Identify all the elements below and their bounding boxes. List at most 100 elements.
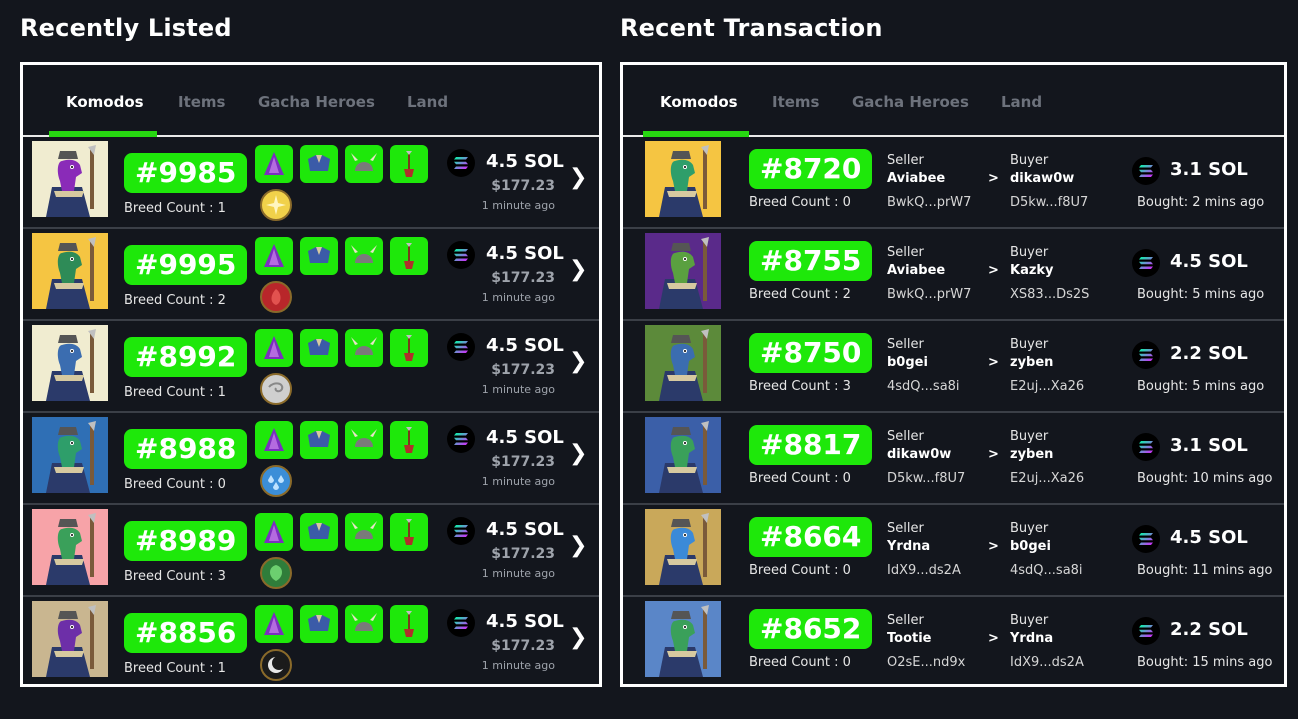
transaction-tabs: Komodos Items Gacha Heroes Land [623,65,1284,137]
equipped-items [255,237,428,275]
transaction-row[interactable]: #8755 Breed Count : 2 Seller Aviabee BwkQ...… [623,229,1284,321]
buyer-address[interactable]: IdX9...ds2A [1010,655,1084,670]
helmet-item-icon[interactable] [255,421,293,459]
weapon-item-icon[interactable] [390,513,428,551]
chevron-right-icon[interactable]: ❯ [569,441,587,466]
komodo-thumbnail[interactable] [32,417,108,493]
buyer-name[interactable]: zyben [1010,447,1053,462]
weapon-item-icon[interactable] [390,237,428,275]
transfer-arrow: > [988,447,999,462]
tab-land[interactable]: Land [407,93,448,111]
horned-helm-item-icon[interactable] [345,421,383,459]
listing-row[interactable]: #8989 Breed Count : 3 4.5 SOL $177.23 1 minu… [23,505,599,597]
seller-address[interactable]: IdX9...ds2A [887,563,961,578]
horned-helm-item-icon[interactable] [345,329,383,367]
armor-item-icon[interactable] [300,513,338,551]
komodo-thumbnail[interactable] [32,601,108,677]
buyer-label: Buyer [1010,613,1049,628]
transaction-row[interactable]: #8817 Breed Count : 0 Seller dikaw0w D5kw...… [623,413,1284,505]
buyer-name[interactable]: dikaw0w [1010,171,1074,186]
buyer-name[interactable]: zyben [1010,355,1053,370]
dark-element-icon [260,649,292,681]
komodo-thumbnail[interactable] [645,601,721,677]
listing-row[interactable]: #8988 Breed Count : 0 4.5 SOL $177.23 1 minu… [23,413,599,505]
wind-element-icon [260,373,292,405]
armor-item-icon[interactable] [300,145,338,183]
weapon-item-icon[interactable] [390,329,428,367]
breed-count: Breed Count : 0 [749,655,851,670]
komodo-thumbnail[interactable] [32,509,108,585]
tab-items[interactable]: Items [178,93,225,111]
weapon-item-icon[interactable] [390,605,428,643]
buyer-name[interactable]: Yrdna [1010,631,1053,646]
buyer-name[interactable]: Kazky [1010,263,1054,278]
seller-name[interactable]: dikaw0w [887,447,951,462]
weapon-item-icon[interactable] [390,421,428,459]
tab-komodos[interactable]: Komodos [660,93,738,111]
seller-address[interactable]: O2sE...nd9x [887,655,965,670]
seller-address[interactable]: BwkQ...prW7 [887,287,971,302]
transaction-row[interactable]: #8652 Breed Count : 0 Seller Tootie O2sE...n… [623,597,1284,689]
listed-time: 1 minute ago [481,383,555,396]
horned-helm-item-icon[interactable] [345,237,383,275]
seller-address[interactable]: 4sdQ...sa8i [887,379,960,394]
transaction-row[interactable]: #8720 Breed Count : 0 Seller Aviabee BwkQ...… [623,137,1284,229]
komodo-thumbnail[interactable] [32,233,108,309]
komodo-thumbnail[interactable] [645,233,721,309]
armor-item-icon[interactable] [300,237,338,275]
helmet-item-icon[interactable] [255,329,293,367]
helmet-item-icon[interactable] [255,513,293,551]
horned-helm-item-icon[interactable] [345,145,383,183]
chevron-right-icon[interactable]: ❯ [569,165,587,190]
tab-gacha-heroes[interactable]: Gacha Heroes [258,93,375,111]
buyer-address[interactable]: E2uj...Xa26 [1010,379,1084,394]
chevron-right-icon[interactable]: ❯ [569,257,587,282]
listing-row[interactable]: #8856 Breed Count : 1 4.5 SOL $177.23 1 minu… [23,597,599,689]
seller-name[interactable]: Aviabee [887,171,945,186]
listing-row[interactable]: #9995 Breed Count : 2 4.5 SOL $177.23 1 minu… [23,229,599,321]
seller-address[interactable]: D5kw...f8U7 [887,471,965,486]
komodo-id-badge: #8750 [749,333,873,373]
weapon-item-icon[interactable] [390,145,428,183]
chevron-right-icon[interactable]: ❯ [569,625,587,650]
buyer-name[interactable]: b0gei [1010,539,1051,554]
buyer-address[interactable]: D5kw...f8U7 [1010,195,1088,210]
horned-helm-item-icon[interactable] [345,513,383,551]
chevron-right-icon[interactable]: ❯ [569,349,587,374]
buyer-address[interactable]: E2uj...Xa26 [1010,471,1084,486]
transaction-row[interactable]: #8664 Breed Count : 0 Seller Yrdna IdX9...ds… [623,505,1284,597]
seller-name[interactable]: Aviabee [887,263,945,278]
komodo-thumbnail[interactable] [645,509,721,585]
tab-land[interactable]: Land [1001,93,1042,111]
armor-item-icon[interactable] [300,605,338,643]
komodo-thumbnail[interactable] [645,325,721,401]
usd-price: $177.23 [491,270,555,286]
armor-item-icon[interactable] [300,329,338,367]
transaction-row[interactable]: #8750 Breed Count : 3 Seller b0gei 4sdQ...sa… [623,321,1284,413]
bought-time: Bought: 10 mins ago [1137,471,1273,486]
fire-element-icon [260,281,292,313]
seller-name[interactable]: b0gei [887,355,928,370]
recent-transaction-panel: Komodos Items Gacha Heroes Land #8720 Bre… [620,62,1287,687]
komodo-thumbnail[interactable] [32,325,108,401]
tab-items[interactable]: Items [772,93,819,111]
tab-komodos[interactable]: Komodos [66,93,144,111]
seller-address[interactable]: BwkQ...prW7 [887,195,971,210]
buyer-address[interactable]: XS83...Ds2S [1010,287,1089,302]
listing-row[interactable]: #9985 Breed Count : 1 4.5 SOL $177.23 1 minu… [23,137,599,229]
seller-name[interactable]: Yrdna [887,539,930,554]
komodo-thumbnail[interactable] [645,417,721,493]
chevron-right-icon[interactable]: ❯ [569,533,587,558]
listing-row[interactable]: #8992 Breed Count : 1 4.5 SOL $177.23 1 minu… [23,321,599,413]
buyer-address[interactable]: 4sdQ...sa8i [1010,563,1083,578]
armor-item-icon[interactable] [300,421,338,459]
komodo-thumbnail[interactable] [645,141,721,217]
horned-helm-item-icon[interactable] [345,605,383,643]
seller-name[interactable]: Tootie [887,631,932,646]
komodo-thumbnail[interactable] [32,141,108,217]
solana-icon [1132,433,1160,461]
tab-gacha-heroes[interactable]: Gacha Heroes [852,93,969,111]
helmet-item-icon[interactable] [255,605,293,643]
helmet-item-icon[interactable] [255,237,293,275]
helmet-item-icon[interactable] [255,145,293,183]
